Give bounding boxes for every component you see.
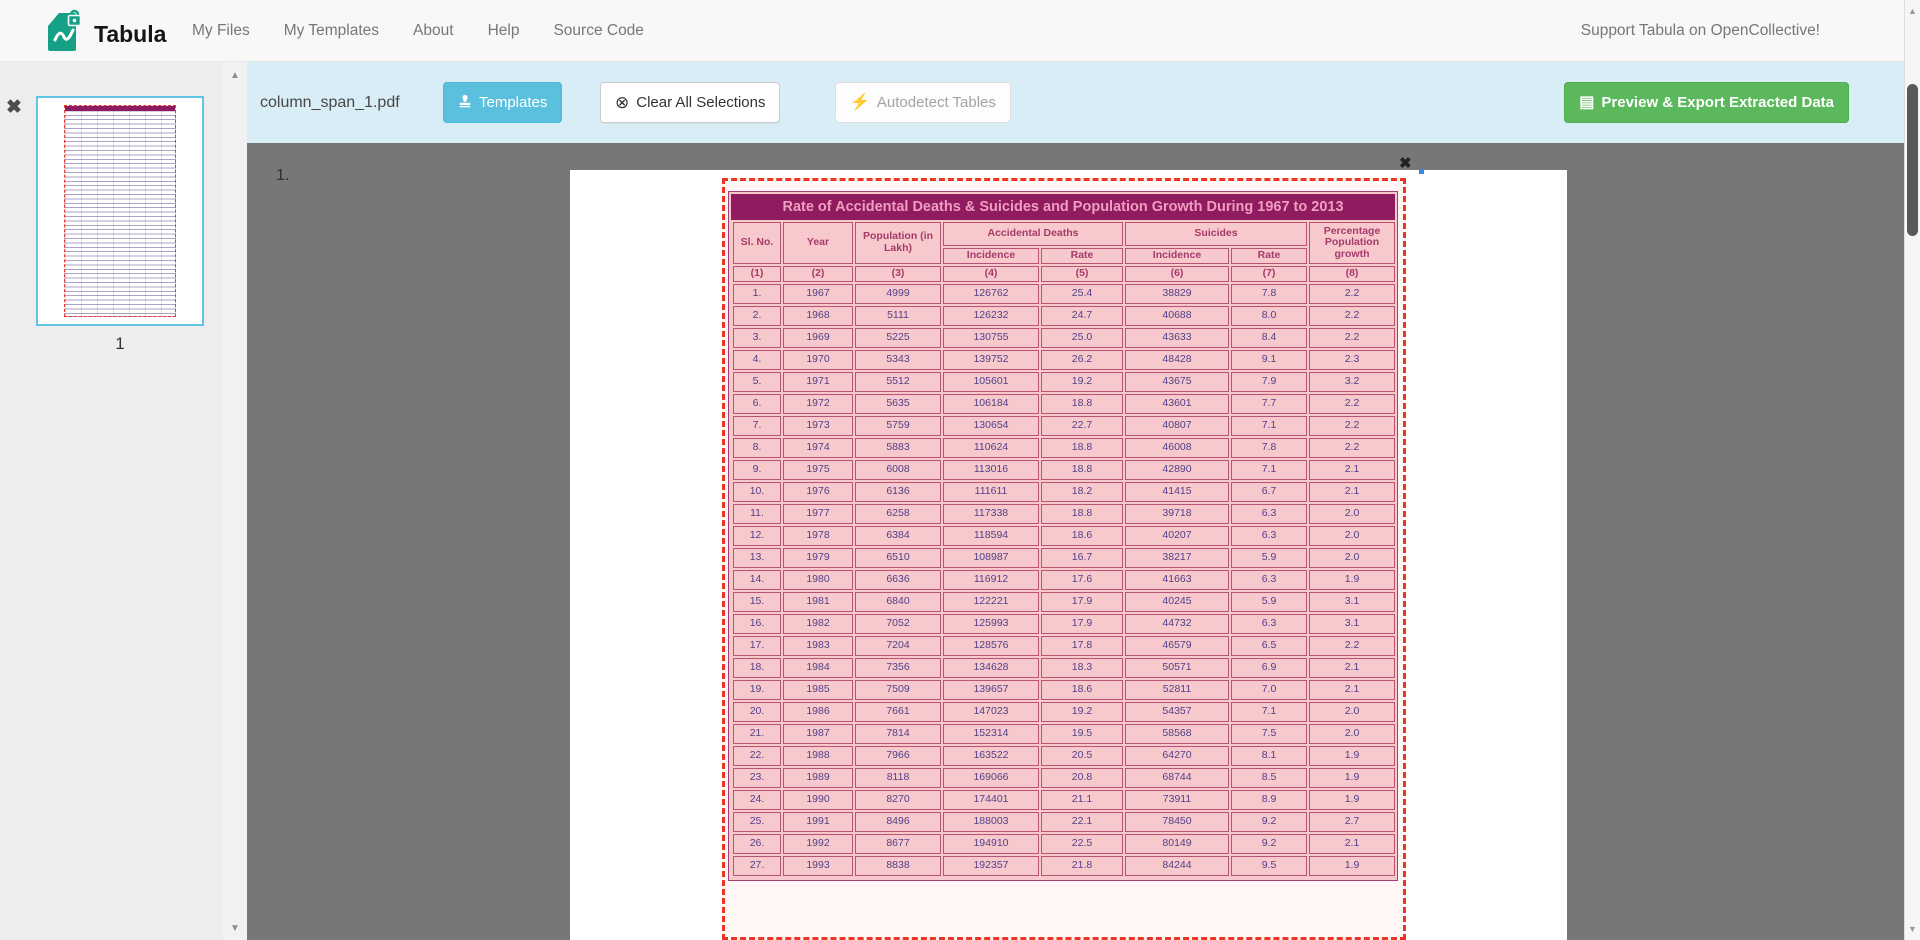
templates-label: Templates (479, 94, 547, 111)
selection-close-icon[interactable]: ✖ (1399, 156, 1412, 171)
page-number-label: 1. (276, 167, 289, 185)
clear-selections-icon: ⊗ (615, 94, 629, 111)
pdf-viewer-area: 1. Rate of Accidental Deaths & Suicides … (247, 143, 1904, 940)
templates-button[interactable]: Templates (443, 82, 562, 123)
support-link[interactable]: Support Tabula on OpenCollective! (1581, 0, 1820, 62)
thumbnail-page-number: 1 (36, 334, 204, 354)
preview-export-label: Preview & Export Extracted Data (1601, 94, 1834, 111)
scrollbar-thumb[interactable] (1907, 84, 1918, 236)
pdf-page[interactable]: Rate of Accidental Deaths & Suicides and… (570, 170, 1567, 940)
thumbnail-close-icon[interactable]: ✖ (6, 96, 22, 119)
nav-item-my-templates[interactable]: My Templates (284, 22, 379, 40)
autodetect-tables-button[interactable]: ⚡ Autodetect Tables (835, 82, 1011, 123)
nav-item-my-files[interactable]: My Files (192, 22, 250, 40)
page-thumbnail[interactable] (36, 96, 204, 326)
table-selection-box[interactable] (722, 178, 1406, 940)
sidebar-scrollbar[interactable]: ▲ ▼ (223, 62, 247, 940)
scroll-up-icon[interactable]: ▲ (223, 70, 247, 81)
scrollbar-up-icon[interactable]: ▲ (1905, 6, 1920, 16)
thumbnail-selection-preview (64, 105, 176, 317)
preview-export-button[interactable]: ▤ Preview & Export Extracted Data (1564, 82, 1849, 123)
window-scrollbar[interactable]: ▲ ▼ (1904, 0, 1920, 940)
clear-selections-label: Clear All Selections (636, 94, 765, 111)
toolbar: column_span_1.pdf Templates ⊗ Clear All … (247, 62, 1904, 143)
scroll-down-icon[interactable]: ▼ (223, 923, 247, 934)
selection-resize-dot[interactable] (1419, 169, 1424, 174)
brand-link[interactable]: Tabula (44, 9, 166, 58)
nav-links: My Files My Templates About Help Source … (192, 0, 644, 62)
top-navbar: Tabula My Files My Templates About Help … (0, 0, 1920, 62)
scrollbar-down-icon[interactable]: ▼ (1905, 924, 1920, 934)
page-thumbnails-sidebar: ✖ 1 ▲ ▼ (0, 62, 247, 940)
tabula-window: Tabula My Files My Templates About Help … (0, 0, 1920, 940)
nav-item-help[interactable]: Help (488, 22, 520, 40)
autodetect-label: Autodetect Tables (877, 94, 996, 111)
brand-name: Tabula (94, 12, 166, 56)
nav-item-source-code[interactable]: Source Code (553, 22, 643, 40)
nav-item-about[interactable]: About (413, 22, 454, 40)
table-list-icon: ▤ (1579, 95, 1594, 111)
tabula-logo-icon (44, 9, 84, 58)
thumbnail-table-title-bar (65, 106, 175, 111)
templates-icon (458, 94, 472, 112)
clear-all-selections-button[interactable]: ⊗ Clear All Selections (600, 82, 780, 123)
pdf-filename: column_span_1.pdf (260, 62, 400, 143)
lightning-icon: ⚡ (850, 95, 870, 111)
